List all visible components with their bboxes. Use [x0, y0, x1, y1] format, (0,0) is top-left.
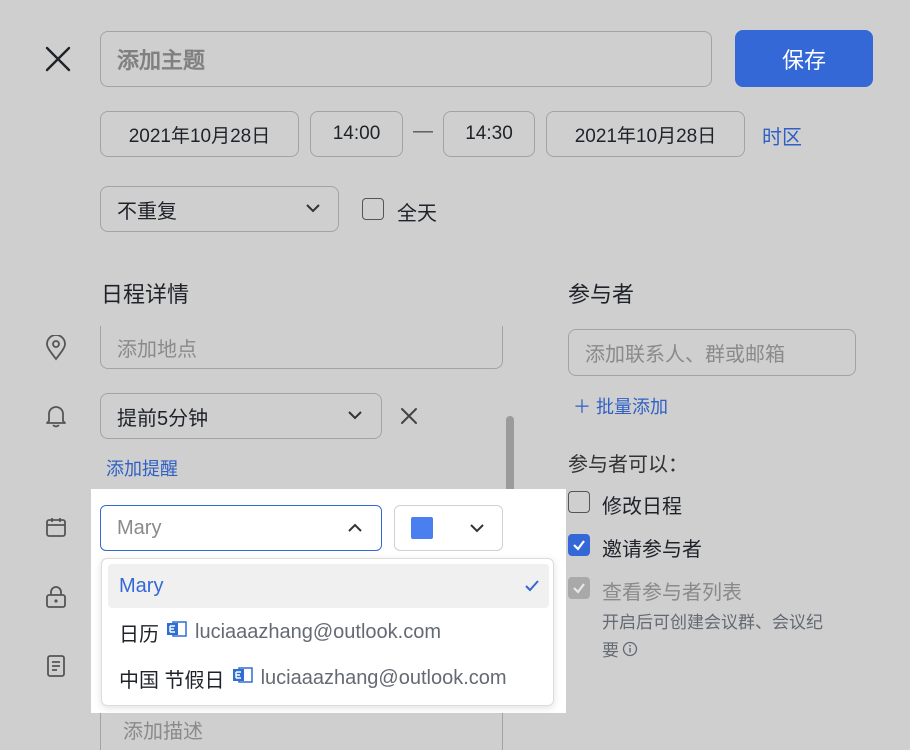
- attendee-input-placeholder: 添加联系人、群或邮箱: [585, 344, 785, 366]
- calendar-select-value: Mary: [117, 516, 162, 539]
- calendar-select[interactable]: Mary: [100, 505, 382, 551]
- end-time-value: 14:30: [465, 123, 513, 144]
- remove-reminder-icon[interactable]: [400, 407, 418, 425]
- checkmark-icon: [573, 540, 585, 551]
- chevron-down-icon: [348, 411, 362, 420]
- reminder-select[interactable]: 提前5分钟: [100, 393, 382, 439]
- timezone-link[interactable]: 时区: [762, 121, 802, 150]
- start-date-value: 2021年10月28日: [128, 125, 271, 147]
- checkmark-icon: [525, 580, 539, 592]
- chevron-down-icon: [470, 524, 484, 533]
- chevron-up-icon: [348, 523, 362, 532]
- perm-view-note-line1: 开启后可创建会议群、会议纪: [602, 613, 823, 632]
- start-time-value: 14:00: [332, 123, 381, 144]
- reminder-value: 提前5分钟: [117, 407, 209, 430]
- bulk-add-link[interactable]: ＋ 批量添加: [573, 393, 668, 419]
- chevron-down-icon: [306, 204, 320, 213]
- time-separator: —: [413, 120, 433, 142]
- allday-label: 全天: [397, 203, 437, 225]
- bell-icon: [45, 404, 67, 428]
- location-pin-icon: [45, 334, 67, 361]
- info-icon[interactable]: [622, 641, 638, 657]
- perm-edit-checkbox[interactable]: [568, 491, 590, 513]
- subject-placeholder: 添加主题: [117, 48, 206, 73]
- end-date-value: 2021年10月28日: [574, 125, 717, 147]
- perm-invite-checkbox[interactable]: [568, 534, 590, 556]
- exchange-icon: [232, 666, 253, 690]
- end-time-picker[interactable]: 14:30: [443, 111, 535, 157]
- permissions-title: 参与者可以：: [568, 454, 688, 476]
- perm-view-note-line2: 要: [602, 636, 638, 661]
- exchange-icon: [167, 620, 187, 644]
- attendee-input[interactable]: 添加联系人、群或邮箱: [568, 329, 856, 376]
- perm-view-checkbox: [568, 577, 590, 599]
- dropdown-option-mary[interactable]: Mary: [108, 564, 549, 608]
- close-icon[interactable]: [45, 46, 71, 72]
- calendar-dropdown: Mary 日历 luciaaazhang@outlook.com 中国 节假日 …: [101, 558, 554, 706]
- option-label: 日历: [119, 623, 159, 646]
- calendar-icon: [45, 516, 67, 538]
- option-label: Mary: [119, 574, 164, 597]
- perm-view-note-text: 要: [602, 641, 619, 660]
- save-label: 保存: [781, 47, 826, 73]
- start-date-picker[interactable]: 2021年10月28日: [100, 111, 299, 157]
- document-icon: [45, 654, 67, 678]
- perm-edit-label: 修改日程: [602, 496, 682, 518]
- color-select[interactable]: [394, 505, 503, 551]
- details-title: 日程详情: [101, 282, 190, 307]
- dropdown-option-calendar[interactable]: 日历 luciaaazhang@outlook.com: [108, 610, 549, 654]
- location-input[interactable]: 添加地点: [100, 326, 503, 369]
- allday-checkbox[interactable]: [362, 198, 384, 220]
- description-placeholder: 添加描述: [123, 721, 203, 743]
- dropdown-option-holidays[interactable]: 中国 节假日 luciaaazhang@outlook.com: [108, 656, 549, 700]
- option-label: 中国 节假日: [119, 669, 225, 692]
- add-reminder-link[interactable]: 添加提醒: [106, 455, 178, 481]
- subject-input[interactable]: 添加主题: [100, 31, 712, 87]
- save-button[interactable]: 保存: [735, 30, 873, 87]
- repeat-value: 不重复: [117, 200, 177, 223]
- lock-icon: [45, 585, 67, 609]
- repeat-select[interactable]: 不重复: [100, 186, 339, 232]
- checkmark-icon: [573, 583, 585, 594]
- option-email: luciaaazhang@outlook.com: [195, 620, 442, 643]
- option-email: luciaaazhang@outlook.com: [260, 666, 507, 689]
- calendar-color-swatch: [411, 517, 433, 539]
- start-time-picker[interactable]: 14:00: [310, 111, 403, 157]
- location-placeholder: 添加地点: [117, 338, 197, 361]
- end-date-picker[interactable]: 2021年10月28日: [546, 111, 745, 157]
- perm-invite-label: 邀请参与者: [602, 539, 702, 561]
- attendees-title: 参与者: [568, 282, 635, 307]
- perm-view-label: 查看参与者列表: [602, 582, 742, 604]
